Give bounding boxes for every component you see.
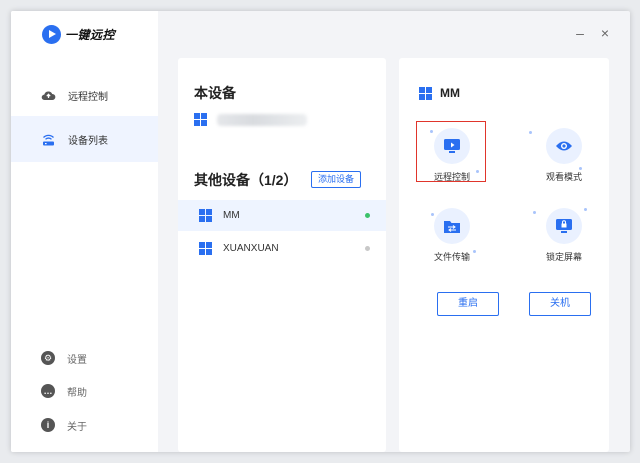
logo-play-icon bbox=[42, 25, 61, 44]
app-title: 一键远控 bbox=[65, 28, 116, 42]
sidebar-item-label: 远程控制 bbox=[68, 91, 108, 103]
minimize-button[interactable]: – bbox=[572, 25, 588, 41]
close-button[interactable]: × bbox=[597, 25, 613, 41]
sidebar-item-help[interactable]: … 帮助 bbox=[11, 377, 158, 405]
sidebar-item-settings[interactable]: ⚙ 设置 bbox=[11, 344, 158, 372]
help-icon: … bbox=[41, 384, 55, 398]
action-label: 观看模式 bbox=[545, 172, 582, 182]
eye-icon bbox=[546, 128, 582, 164]
device-name: MM bbox=[223, 210, 240, 221]
sidebar-item-about[interactable]: i 关于 bbox=[11, 411, 158, 439]
device-row-mm[interactable]: MM bbox=[178, 200, 386, 231]
sidebar-item-device-list[interactable]: 设备列表 bbox=[11, 116, 158, 162]
device-name: XUANXUAN bbox=[223, 243, 279, 254]
lock-screen-action[interactable]: 锁定屏幕 bbox=[529, 208, 599, 268]
sidebar-item-remote-control[interactable]: 远程控制 bbox=[11, 72, 158, 118]
file-transfer-action[interactable]: 文件传输 bbox=[417, 208, 487, 268]
device-row-xuanxuan[interactable]: XUANXUAN bbox=[178, 233, 386, 264]
detail-header: MM bbox=[419, 86, 460, 100]
local-device-title: 本设备 bbox=[194, 85, 236, 101]
sidebar-item-label: 关于 bbox=[67, 421, 87, 433]
action-label: 锁定屏幕 bbox=[545, 252, 582, 262]
windows-icon bbox=[199, 242, 212, 255]
shutdown-button[interactable]: 关机 bbox=[529, 292, 591, 316]
device-list-panel: 本设备 其他设备（1/2） 添加设备 MM XUANXUAN bbox=[178, 58, 386, 452]
detail-device-name: MM bbox=[440, 86, 460, 100]
windows-icon bbox=[199, 209, 212, 222]
online-status-dot bbox=[365, 213, 370, 218]
sidebar-item-label: 设置 bbox=[67, 354, 87, 366]
lock-icon bbox=[546, 208, 582, 244]
action-label: 文件传输 bbox=[433, 252, 470, 262]
local-device-row bbox=[194, 113, 307, 126]
info-icon: i bbox=[41, 418, 55, 432]
remote-control-highlight-box bbox=[416, 121, 486, 182]
add-device-button[interactable]: 添加设备 bbox=[311, 171, 361, 188]
app-logo: 一键远控 bbox=[42, 25, 115, 44]
offline-status-dot bbox=[365, 246, 370, 251]
windows-icon bbox=[194, 113, 207, 126]
local-device-name-redacted bbox=[217, 113, 307, 126]
sidebar: 一键远控 远程控制 设备列表 ⚙ 设置 … 帮助 i 关于 bbox=[11, 11, 158, 452]
app-window: 一键远控 远程控制 设备列表 ⚙ 设置 … 帮助 i 关于 – × 本设备 其他… bbox=[11, 11, 630, 452]
folder-icon bbox=[434, 208, 470, 244]
device-detail-panel: MM 远程控制 观看模式 文件传输 锁定屏幕 重启 关机 bbox=[399, 58, 609, 452]
other-devices-title: 其他设备（1/2） bbox=[194, 172, 298, 188]
gear-icon: ⚙ bbox=[41, 351, 55, 365]
router-icon bbox=[41, 132, 56, 147]
sidebar-item-label: 设备列表 bbox=[68, 135, 108, 147]
sidebar-item-label: 帮助 bbox=[67, 387, 87, 399]
restart-button[interactable]: 重启 bbox=[437, 292, 499, 316]
windows-icon bbox=[419, 86, 432, 100]
cloud-icon bbox=[41, 88, 56, 103]
view-mode-action[interactable]: 观看模式 bbox=[529, 128, 599, 188]
